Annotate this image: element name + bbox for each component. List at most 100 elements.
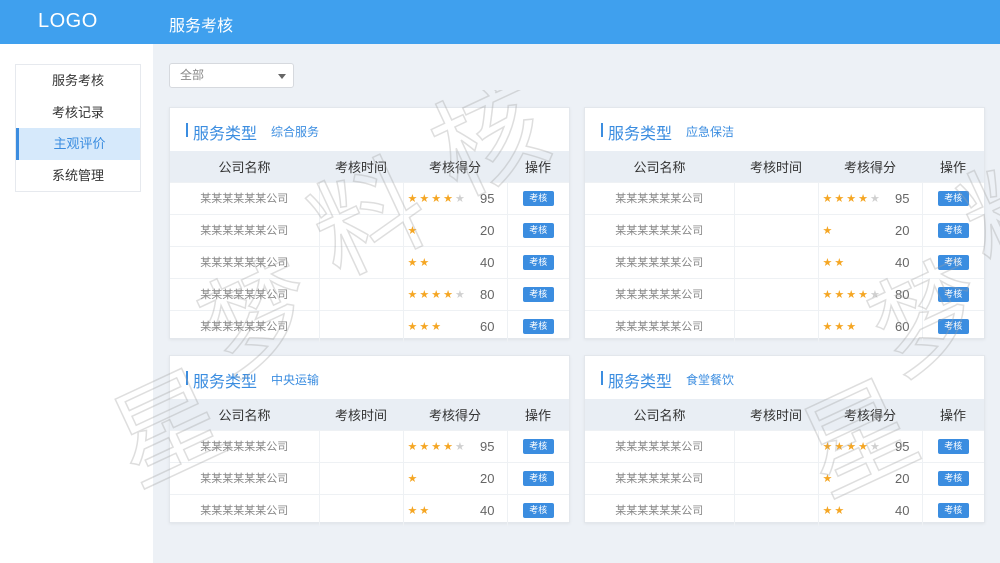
service-type-label: 服务类型 bbox=[193, 126, 258, 143]
table-row: 某某某某某某公司 ★★ 40 考核 bbox=[585, 245, 984, 278]
table-row: 某某某某某某公司 ★★★ 60 考核 bbox=[170, 309, 569, 342]
score-value: 40 bbox=[895, 254, 910, 270]
score-value: 95 bbox=[480, 190, 495, 206]
assessment-time bbox=[734, 181, 819, 214]
assessment-time bbox=[319, 309, 404, 342]
assess-button[interactable]: 考核 bbox=[937, 254, 969, 270]
star-filled-icon: ★ bbox=[419, 504, 432, 517]
category-select[interactable]: 全部 bbox=[169, 63, 294, 88]
score-cell: ★ 20 bbox=[403, 461, 508, 494]
action-cell: 考核 bbox=[507, 429, 569, 462]
score-cell: ★★★★★ 95 bbox=[403, 429, 508, 462]
score-value: 95 bbox=[895, 438, 910, 454]
star-filled-icon: ★ bbox=[431, 320, 444, 333]
column-header-action: 操作 bbox=[922, 399, 984, 430]
score-cell: ★ 20 bbox=[403, 213, 508, 246]
action-cell: 考核 bbox=[922, 181, 984, 214]
assess-button[interactable]: 考核 bbox=[522, 470, 554, 486]
assessment-time bbox=[319, 493, 404, 526]
star-filled-icon: ★ bbox=[846, 320, 859, 333]
table-row: 某某某某某某公司 ★ 20 考核 bbox=[585, 461, 984, 494]
assess-button[interactable]: 考核 bbox=[522, 222, 554, 238]
page-title: 服务考核 bbox=[169, 18, 234, 35]
score-cell: ★★ 40 bbox=[818, 245, 923, 278]
service-type-label: 服务类型 bbox=[193, 374, 258, 391]
score-cell: ★★★★★ 95 bbox=[818, 429, 923, 462]
score-cell: ★ 20 bbox=[818, 461, 923, 494]
star-filled-icon: ★ bbox=[846, 192, 859, 205]
column-header-action: 操作 bbox=[507, 399, 569, 430]
sidebar-item-service-assessment[interactable]: 服务考核 bbox=[16, 65, 140, 97]
score-value: 20 bbox=[480, 222, 495, 238]
assessment-time bbox=[734, 277, 819, 310]
assess-button[interactable]: 考核 bbox=[522, 438, 554, 454]
assessment-time bbox=[319, 461, 404, 494]
action-cell: 考核 bbox=[507, 181, 569, 214]
accent-bar bbox=[186, 371, 188, 385]
assessment-time bbox=[734, 213, 819, 246]
table-row: 某某某某某某公司 ★ 20 考核 bbox=[170, 461, 569, 494]
star-filled-icon: ★ bbox=[443, 192, 455, 205]
table-row: 某某某某某某公司 ★ 20 考核 bbox=[585, 213, 984, 246]
assess-button[interactable]: 考核 bbox=[937, 502, 969, 518]
action-cell: 考核 bbox=[922, 309, 984, 342]
sidebar-menu: 服务考核 考核记录 主观评价 系统管理 bbox=[15, 64, 141, 192]
logo[interactable]: LOGO bbox=[38, 10, 98, 33]
company-name: 某某某某某某公司 bbox=[585, 213, 735, 246]
card-header: 服务类型 食堂餐饮 bbox=[585, 356, 984, 399]
table-row: 某某某某某某公司 ★★★★★ 80 考核 bbox=[170, 277, 569, 310]
service-type-value: 中央运输 bbox=[271, 373, 320, 387]
score-value: 20 bbox=[895, 470, 910, 486]
table-row: 某某某某某某公司 ★★★ 60 考核 bbox=[585, 309, 984, 342]
company-name: 某某某某某某公司 bbox=[170, 309, 320, 342]
star-rating: ★★ bbox=[408, 256, 432, 269]
star-rating: ★★★★★ bbox=[408, 440, 467, 453]
score-value: 40 bbox=[895, 502, 910, 518]
score-cell: ★★★ 60 bbox=[403, 309, 508, 342]
assess-button[interactable]: 考核 bbox=[522, 318, 554, 334]
sidebar-item-subjective-evaluation[interactable]: 主观评价 bbox=[16, 128, 140, 160]
assess-button[interactable]: 考核 bbox=[937, 438, 969, 454]
assess-button[interactable]: 考核 bbox=[522, 502, 554, 518]
star-filled-icon: ★ bbox=[407, 440, 420, 453]
table-row: 某某某某某某公司 ★★★★★ 95 考核 bbox=[170, 181, 569, 214]
table-row: 某某某某某某公司 ★★ 40 考核 bbox=[170, 493, 569, 526]
service-card: 服务类型 应急保洁 公司名称 考核时间 考核得分 操作 某某某某某某公司 ★★★★★ 95 考核某… bbox=[584, 107, 985, 342]
top-bar: LOGO 服务考核 bbox=[0, 0, 1000, 44]
star-filled-icon: ★ bbox=[419, 256, 432, 269]
star-filled-icon: ★ bbox=[419, 288, 432, 301]
star-rating: ★★★ bbox=[408, 320, 444, 333]
assess-button[interactable]: 考核 bbox=[522, 190, 554, 206]
score-value: 95 bbox=[895, 190, 910, 206]
action-cell: 考核 bbox=[507, 277, 569, 310]
star-rating: ★★ bbox=[408, 504, 432, 517]
assess-button[interactable]: 考核 bbox=[937, 470, 969, 486]
assess-button[interactable]: 考核 bbox=[937, 286, 969, 302]
star-filled-icon: ★ bbox=[443, 288, 455, 301]
star-filled-icon: ★ bbox=[858, 288, 870, 301]
star-filled-icon: ★ bbox=[407, 472, 420, 485]
action-cell: 考核 bbox=[507, 213, 569, 246]
sidebar-item-assessment-records[interactable]: 考核记录 bbox=[16, 97, 140, 129]
sidebar-item-system-management[interactable]: 系统管理 bbox=[16, 160, 140, 192]
company-name: 某某某某某某公司 bbox=[170, 493, 320, 526]
assess-button[interactable]: 考核 bbox=[937, 190, 969, 206]
assessment-table: 公司名称 考核时间 考核得分 操作 某某某某某某公司 ★★★★★ 95 考核 某某某某某某公司 ★… bbox=[585, 399, 984, 526]
assess-button[interactable]: 考核 bbox=[937, 318, 969, 334]
service-type-value: 综合服务 bbox=[271, 125, 320, 139]
company-name: 某某某某某某公司 bbox=[585, 461, 735, 494]
assess-button[interactable]: 考核 bbox=[522, 286, 554, 302]
score-value: 60 bbox=[895, 318, 910, 334]
star-filled-icon: ★ bbox=[834, 504, 847, 517]
column-header-score: 考核得分 bbox=[403, 399, 507, 430]
star-empty-icon: ★ bbox=[455, 192, 467, 205]
assess-button[interactable]: 考核 bbox=[522, 254, 554, 270]
star-filled-icon: ★ bbox=[846, 288, 859, 301]
star-filled-icon: ★ bbox=[822, 288, 835, 301]
assessment-time bbox=[734, 429, 819, 462]
star-filled-icon: ★ bbox=[822, 320, 835, 333]
star-filled-icon: ★ bbox=[822, 504, 835, 517]
star-empty-icon: ★ bbox=[870, 192, 882, 205]
table-header-row: 公司名称 考核时间 考核得分 操作 bbox=[585, 399, 984, 430]
assess-button[interactable]: 考核 bbox=[937, 222, 969, 238]
